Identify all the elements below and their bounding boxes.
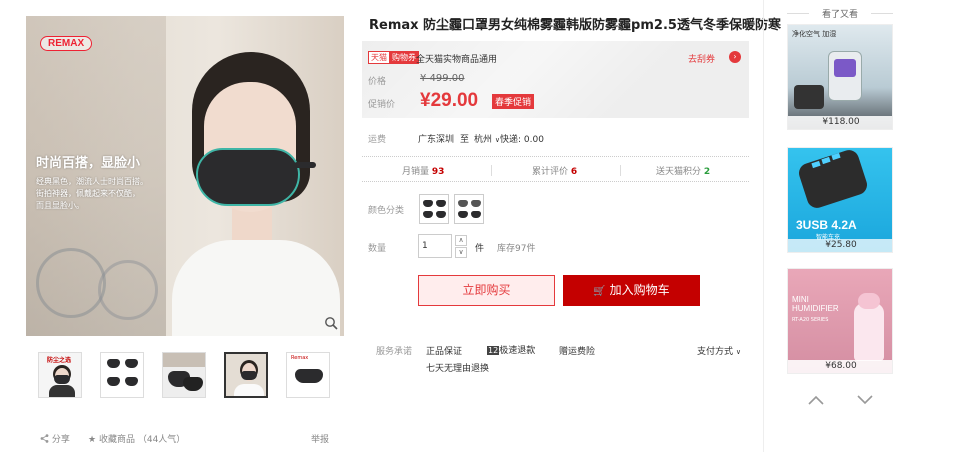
color-option[interactable] — [454, 194, 484, 224]
chevron-right-icon[interactable]: › — [729, 51, 741, 63]
service-badge: 12 — [487, 346, 500, 355]
recommended-item[interactable]: 净化空气 加湿 ¥118.00 — [787, 24, 893, 130]
thumbnail-strip: 防尘之选 Remax — [38, 352, 338, 400]
quantity-increase-button[interactable]: ∧ — [455, 235, 467, 246]
service-fast-refund[interactable]: 12极速退款 — [487, 343, 535, 356]
tmall-tag: 天猫 — [368, 51, 390, 64]
buy-now-button[interactable]: 立即购买 — [418, 275, 555, 306]
price-label: 价格 — [368, 77, 387, 87]
service-shipping-insurance[interactable]: 赠运费险 — [559, 344, 595, 357]
image-promo-line: 经典黑色，潮流人士时尚百搭。 — [36, 177, 148, 186]
zoom-icon[interactable] — [324, 316, 338, 330]
recommended-item-price: ¥68.00 — [788, 360, 892, 373]
share-button[interactable]: 分享 — [40, 432, 70, 445]
chevron-down-icon: ∨ — [735, 348, 742, 356]
price-panel: 天猫 购物券 全天猫实物商品通用 去刮券 › 价格 ¥ 499.00 促销价 ¥… — [362, 41, 749, 118]
promo-badge: 春季促销 — [492, 94, 535, 109]
service-seven-day-return[interactable]: 七天无理由退换 — [426, 361, 489, 374]
column-divider — [763, 0, 764, 452]
thumbnail-label: Remax — [291, 355, 309, 361]
chevron-up-icon[interactable] — [806, 392, 826, 408]
remax-logo: REMAX — [40, 36, 93, 51]
recommendations-title: 看了又看 — [787, 7, 893, 20]
quantity-unit: 件 — [475, 244, 485, 254]
bicycle-wheel-decoration — [98, 260, 158, 320]
recommended-item-price: ¥118.00 — [788, 116, 892, 129]
coupon-tag: 购物券 — [389, 51, 419, 64]
get-coupon-link[interactable]: 去刮券 — [688, 52, 715, 65]
recommended-item-banner: 3USB 4.2A — [796, 218, 857, 232]
model-wearing-mask — [166, 52, 340, 336]
shipping-destination-select[interactable]: 杭州 ∨ — [474, 132, 500, 145]
image-promo-line: 而且显脸小。 — [36, 201, 84, 210]
shipping-destination: 杭州 — [474, 135, 493, 145]
favorite-label: 收藏商品 — [98, 435, 135, 445]
shipping-from: 广东深圳 — [418, 135, 455, 145]
thumbnail-active[interactable] — [224, 352, 268, 398]
add-to-cart-button[interactable]: 🛒 加入购物车 — [563, 275, 700, 306]
review-count[interactable]: 累计评价 6 — [532, 164, 577, 177]
share-icon — [40, 434, 49, 443]
color-option[interactable] — [419, 194, 449, 224]
product-title: Remax 防尘霾口罩男女纯棉雾霾韩版防雾霾pm2.5透气冬季保暖防寒 — [369, 18, 781, 33]
promo-price-label: 促销价 — [368, 100, 396, 110]
recommended-item[interactable]: MINI HUMIDIFIER RT-A20 SERIES ¥68.00 — [787, 268, 893, 374]
image-promo-title: 时尚百搭，显脸小 — [36, 156, 141, 171]
favorite-button[interactable]: ★ 收藏商品 （44人气） — [88, 432, 185, 445]
original-price: ¥ 499.00 — [420, 73, 465, 84]
payment-methods-dropdown[interactable]: 支付方式 ∨ — [697, 344, 741, 357]
recommended-item-banner: MINI HUMIDIFIER — [792, 295, 839, 313]
thumbnail[interactable]: 防尘之选 — [38, 352, 82, 398]
stock-count: 库存97件 — [497, 244, 536, 254]
add-to-cart-label: 加入购物车 — [609, 283, 670, 297]
recommended-item-banner: 净化空气 加湿 — [792, 30, 837, 38]
main-product-image[interactable]: REMAX 时尚百搭，显脸小 经典黑色，潮流人士时尚百搭。 街拍神器，佩戴起来不… — [26, 16, 344, 336]
monthly-sales: 月销量 93 — [402, 167, 445, 177]
quantity-label: 数量 — [368, 244, 387, 254]
service-authentic[interactable]: 正品保证 — [426, 344, 462, 357]
tmall-points: 送天猫积分 2 — [656, 167, 711, 177]
quantity-decrease-button[interactable]: ∨ — [455, 247, 467, 258]
recommended-item[interactable]: 3USB 4.2A 智能车充 ¥25.80 — [787, 147, 893, 253]
thumbnail[interactable] — [100, 352, 144, 398]
thumbnail[interactable]: Remax — [286, 352, 330, 398]
quantity-input[interactable]: 1 — [418, 234, 452, 258]
shipping-to-word: 至 — [460, 135, 470, 145]
thumbnail-label: 防尘之选 — [47, 357, 72, 364]
shipping-cost: 快递: 0.00 — [500, 135, 544, 145]
bicycle-wheel-decoration — [36, 248, 106, 318]
image-promo-line: 街拍神器，佩戴起来不仅酷， — [36, 189, 140, 198]
recommended-item-price: ¥25.80 — [788, 239, 892, 252]
star-icon: ★ — [88, 435, 97, 445]
share-label: 分享 — [51, 435, 70, 445]
recommended-item-subtitle: RT-A20 SERIES — [792, 317, 829, 323]
popularity-count: （44人气） — [137, 435, 186, 445]
report-link[interactable]: 举报 — [311, 432, 329, 445]
image-actions: 分享 ★ 收藏商品 （44人气） 举报 — [40, 432, 334, 446]
cart-icon: 🛒 — [593, 286, 606, 297]
thumbnail[interactable] — [162, 352, 206, 398]
service-label: 服务承诺 — [376, 347, 413, 357]
sales-stats: 月销量 93 累计评价 6 送天猫积分 2 — [362, 156, 749, 182]
chevron-down-icon[interactable] — [855, 392, 875, 408]
shipping-label: 运费 — [368, 135, 387, 145]
coupon-description: 全天猫实物商品通用 — [416, 55, 498, 65]
promo-price: ¥29.00 — [420, 90, 479, 111]
color-label: 颜色分类 — [368, 206, 405, 216]
